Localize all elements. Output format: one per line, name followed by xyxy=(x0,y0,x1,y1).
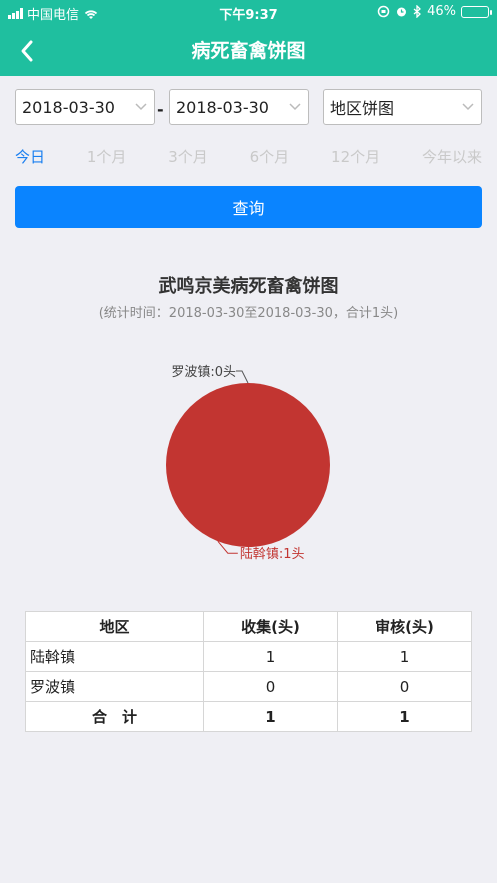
total-review: 1 xyxy=(337,701,472,732)
range-tabs: 今日 1个月 3个月 6个月 12个月 今年以来 xyxy=(15,146,482,167)
chart-title: 武鸣京美病死畜禽饼图 xyxy=(158,276,339,297)
total-collect: 1 xyxy=(203,701,338,732)
chart-type-select[interactable]: 地区饼图 xyxy=(323,89,482,125)
status-bar: 中国电信 下午9:37 46% xyxy=(0,0,497,24)
start-date-select[interactable]: 2018-03-30 xyxy=(15,89,155,125)
cell-review: 1 xyxy=(337,641,472,672)
pie-slice-陆斡镇[interactable] xyxy=(166,383,330,547)
range-tab-6-months[interactable]: 6个月 xyxy=(250,146,290,167)
query-button[interactable]: 查询 xyxy=(15,186,482,228)
end-date-value: 2018-03-30 xyxy=(176,97,269,117)
slice-label-陆斡镇: 陆斡镇:1头 xyxy=(240,546,305,562)
app-header: 中国电信 下午9:37 46% 病死畜禽饼图 xyxy=(0,0,497,76)
start-date-value: 2018-03-30 xyxy=(22,97,115,117)
slice-label-罗波镇: 罗波镇:0头 xyxy=(171,365,236,380)
range-tab-12-months[interactable]: 12个月 xyxy=(331,146,380,167)
chevron-down-icon xyxy=(135,103,147,111)
chart-subtitle: (统计时间：2018-03-30至2018-03-30，合计1头) xyxy=(98,306,399,321)
range-tab-1-month[interactable]: 1个月 xyxy=(87,146,127,167)
rotation-lock-icon xyxy=(377,5,390,18)
header-review: 审核(头) xyxy=(337,611,472,642)
chevron-down-icon xyxy=(462,103,474,111)
alarm-icon xyxy=(397,7,407,17)
cell-review: 0 xyxy=(337,671,472,702)
range-tab-ytd[interactable]: 今年以来 xyxy=(422,146,482,167)
battery-percent: 46% xyxy=(427,4,456,19)
bluetooth-icon xyxy=(413,5,422,18)
header-region: 地区 xyxy=(25,611,204,642)
summary-table: 地区 收集(头) 审核(头) 陆斡镇 1 1 罗波镇 0 0 合 计 1 1 xyxy=(25,611,472,732)
table-row: 罗波镇 0 0 xyxy=(25,671,472,702)
end-date-select[interactable]: 2018-03-30 xyxy=(169,89,309,125)
header-collect: 收集(头) xyxy=(203,611,338,642)
page-title: 病死畜禽饼图 xyxy=(191,40,306,62)
cell-collect: 0 xyxy=(203,671,338,702)
date-separator: - xyxy=(157,100,164,119)
chevron-down-icon xyxy=(289,103,301,111)
cell-region: 罗波镇 xyxy=(25,671,204,702)
table-row: 陆斡镇 1 1 xyxy=(25,641,472,672)
range-tab-today[interactable]: 今日 xyxy=(15,146,45,167)
range-tab-3-months[interactable]: 3个月 xyxy=(168,146,208,167)
total-label: 合 计 xyxy=(25,701,204,732)
cell-region: 陆斡镇 xyxy=(25,641,204,672)
cell-collect: 1 xyxy=(203,641,338,672)
label-line-罗波镇 xyxy=(236,370,249,384)
chart-type-value: 地区饼图 xyxy=(330,99,395,118)
table-header-row: 地区 收集(头) 审核(头) xyxy=(25,611,472,642)
table-total-row: 合 计 1 1 xyxy=(25,701,472,732)
battery-icon xyxy=(461,5,492,18)
pie-chart: 罗波镇:0头陆斡镇:1头 xyxy=(166,365,330,562)
